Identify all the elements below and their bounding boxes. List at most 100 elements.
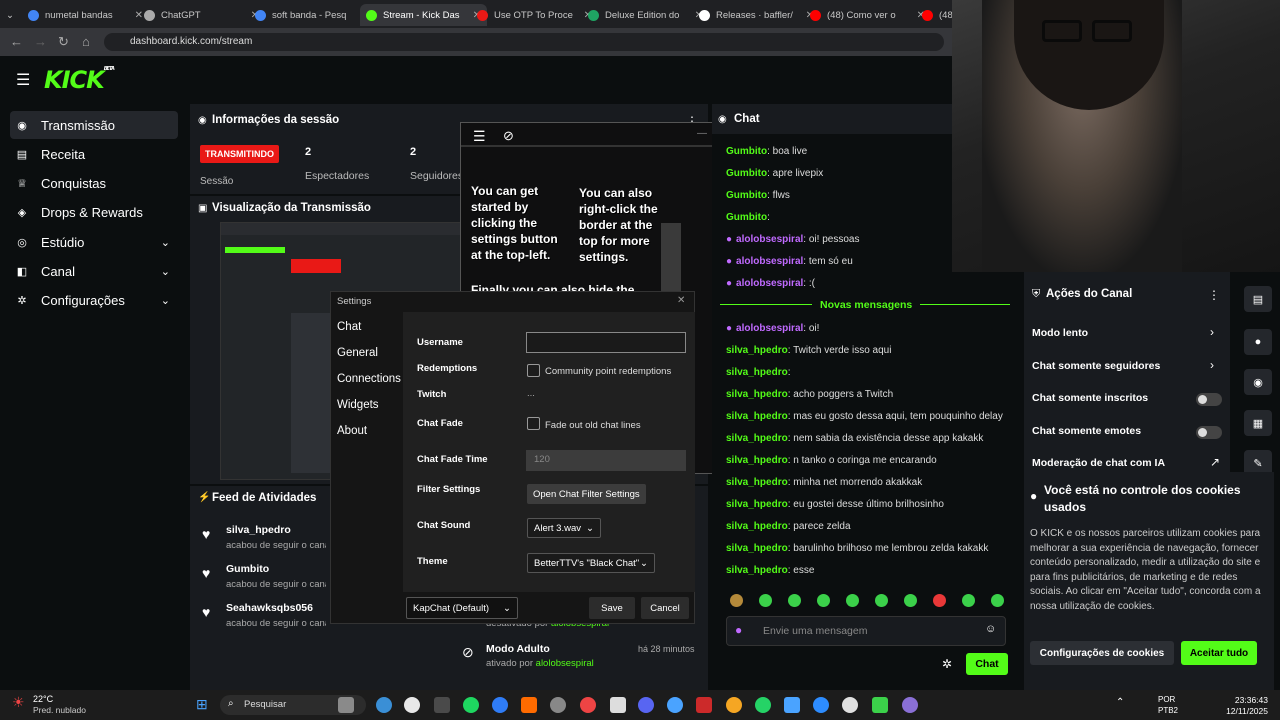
chat-username[interactable]: Gumbito bbox=[726, 168, 767, 179]
steam-icon[interactable] bbox=[434, 697, 450, 713]
emote-icon[interactable] bbox=[962, 594, 975, 607]
emote-icon[interactable] bbox=[933, 594, 946, 607]
sidebar-item[interactable]: ◎ Estúdio ⌄ bbox=[10, 228, 178, 256]
files-icon[interactable] bbox=[376, 697, 392, 713]
app-icon[interactable] bbox=[667, 697, 683, 713]
chat-username[interactable]: silva_hpedro bbox=[726, 345, 788, 356]
home-icon[interactable]: ⌂ bbox=[82, 34, 90, 49]
chat-username[interactable]: alolobsespiral bbox=[736, 278, 803, 289]
tab-list-button[interactable]: ⌄ bbox=[2, 4, 22, 26]
chat-username[interactable]: silva_hpedro bbox=[726, 411, 788, 422]
sidebar-item[interactable]: ▤ Receita bbox=[10, 140, 178, 168]
emote-icon[interactable] bbox=[875, 594, 888, 607]
hamburger-icon[interactable]: ☰ bbox=[473, 128, 486, 145]
spotify-icon[interactable] bbox=[463, 697, 479, 713]
preset-select[interactable]: KapChat (Default) ⌄ bbox=[406, 597, 518, 619]
open-filter-button[interactable]: Open Chat Filter Settings bbox=[527, 484, 646, 504]
emote-bar[interactable] bbox=[730, 594, 1020, 608]
browser-tab[interactable]: Use OTP To Proce✕ bbox=[471, 4, 598, 26]
browser-tab[interactable]: Releases · baffler/✕ bbox=[693, 4, 820, 26]
sidebar-item[interactable]: ♕ Conquistas bbox=[10, 170, 178, 198]
app-icon[interactable] bbox=[610, 697, 626, 713]
emote-icon[interactable] bbox=[991, 594, 1004, 607]
app-icon[interactable] bbox=[580, 697, 596, 713]
settings-close-icon[interactable]: ✕ bbox=[677, 295, 685, 306]
sidebar-item[interactable]: ◧ Canal ⌄ bbox=[10, 258, 178, 286]
redemptions-checkbox[interactable] bbox=[527, 364, 540, 377]
chat-username[interactable]: silva_hpedro bbox=[726, 543, 788, 554]
app-icon[interactable] bbox=[842, 697, 858, 713]
action-item[interactable]: Chat somente seguidores bbox=[1032, 360, 1160, 372]
pdf-icon[interactable] bbox=[521, 697, 537, 713]
sidebar-item[interactable]: ✲ Configurações ⌄ bbox=[10, 287, 178, 315]
emote-icon[interactable] bbox=[817, 594, 830, 607]
chrome-icon[interactable] bbox=[404, 697, 420, 713]
tray-arrow-icon[interactable]: ⌃ bbox=[1116, 697, 1124, 708]
settings-nav-item[interactable]: General bbox=[337, 347, 378, 359]
cookie-settings-button[interactable]: Configurações de cookies bbox=[1030, 641, 1174, 665]
sidebar-item[interactable]: ◈ Drops & Rewards bbox=[10, 199, 178, 227]
sidebar-item[interactable]: ◉ Transmissão bbox=[10, 111, 178, 139]
chat-username[interactable]: silva_hpedro bbox=[726, 521, 788, 532]
broadcast-icon[interactable]: ◉ bbox=[1244, 369, 1272, 395]
chat-fade-checkbox[interactable] bbox=[527, 417, 540, 430]
browser-tab[interactable]: (48) bbox=[916, 4, 952, 26]
chat-username[interactable]: alolobsespiral bbox=[736, 256, 803, 267]
app-icon[interactable] bbox=[813, 697, 829, 713]
browser-tab[interactable]: numetal bandas ✕ bbox=[22, 4, 149, 26]
app-icon[interactable] bbox=[902, 697, 918, 713]
discord-icon[interactable] bbox=[638, 697, 654, 713]
cookie-accept-button[interactable]: Aceitar tudo bbox=[1181, 641, 1257, 665]
sound-select[interactable]: Alert 3.wav ⌄ bbox=[527, 518, 601, 538]
emote-icon[interactable] bbox=[730, 594, 743, 607]
action-item[interactable]: Moderação de chat com IA bbox=[1032, 457, 1165, 469]
browser-tab[interactable]: Deluxe Edition do✕ bbox=[582, 4, 709, 26]
lang-label[interactable]: POR bbox=[1158, 695, 1175, 704]
chat-username[interactable]: silva_hpedro bbox=[726, 565, 788, 576]
actions-more-icon[interactable]: ⋮ bbox=[1208, 288, 1220, 302]
edit-icon[interactable] bbox=[492, 697, 508, 713]
windows-start-icon[interactable]: ⊞ bbox=[196, 696, 208, 713]
browser-tab[interactable]: Stream - Kick Das✕ bbox=[360, 4, 487, 26]
forward-icon[interactable]: → bbox=[34, 34, 47, 49]
emote-icon[interactable] bbox=[759, 594, 772, 607]
emote-icon[interactable] bbox=[904, 594, 917, 607]
back-icon[interactable]: ← bbox=[10, 34, 23, 49]
menu-icon[interactable]: ☰ bbox=[16, 70, 30, 90]
chat-username[interactable]: silva_hpedro bbox=[726, 433, 788, 444]
toggle-switch[interactable] bbox=[1196, 425, 1222, 439]
chat-username[interactable]: Gumbito bbox=[726, 212, 767, 223]
chat-icon[interactable]: ● bbox=[1244, 329, 1272, 355]
widgets-icon[interactable] bbox=[338, 697, 354, 713]
chat-username[interactable]: silva_hpedro bbox=[726, 455, 788, 466]
browser-tab[interactable]: ChatGPT✕ bbox=[138, 4, 265, 26]
feed-user[interactable]: Seahawksqbs056 bbox=[226, 602, 313, 614]
fade-time-input[interactable]: 120 bbox=[526, 450, 686, 471]
feed-user[interactable]: silva_hpedro bbox=[226, 524, 291, 536]
kick-logo[interactable]: KICKBETA bbox=[44, 66, 115, 94]
toggle-switch[interactable] bbox=[1196, 393, 1222, 406]
emote-icon[interactable] bbox=[788, 594, 801, 607]
settings-nav-item[interactable]: Connections bbox=[337, 373, 401, 385]
username-input[interactable] bbox=[526, 332, 686, 353]
chat-username[interactable]: silva_hpedro bbox=[726, 367, 788, 378]
action-item[interactable]: Modo lento bbox=[1032, 327, 1088, 339]
chat-send-button[interactable]: Chat bbox=[966, 653, 1008, 675]
no-sound-icon[interactable]: ⊘ bbox=[503, 128, 514, 144]
clock-time[interactable]: 23:36:43 bbox=[1220, 695, 1268, 705]
cancel-button[interactable]: Cancel bbox=[641, 597, 689, 619]
chat-input[interactable]: ● Envie uma mensagem ☺ bbox=[726, 616, 1006, 646]
settings-nav-item[interactable]: About bbox=[337, 425, 367, 437]
settings-nav-item[interactable]: Widgets bbox=[337, 399, 379, 411]
browser-tab[interactable]: soft banda - Pesq✕ bbox=[249, 4, 376, 26]
minimize-icon[interactable]: — bbox=[697, 128, 707, 139]
action-item[interactable]: Chat somente emotes bbox=[1032, 425, 1141, 437]
app-icon[interactable] bbox=[726, 697, 742, 713]
chat-username[interactable]: silva_hpedro bbox=[726, 389, 788, 400]
notes-icon[interactable]: ▤ bbox=[1244, 286, 1272, 312]
chat-username[interactable]: silva_hpedro bbox=[726, 477, 788, 488]
chat-username[interactable]: Gumbito bbox=[726, 146, 767, 157]
app-icon[interactable] bbox=[696, 697, 712, 713]
theme-select[interactable]: BetterTTV's "Black Chat" ⌄ bbox=[527, 553, 655, 573]
emote-icon[interactable] bbox=[846, 594, 859, 607]
